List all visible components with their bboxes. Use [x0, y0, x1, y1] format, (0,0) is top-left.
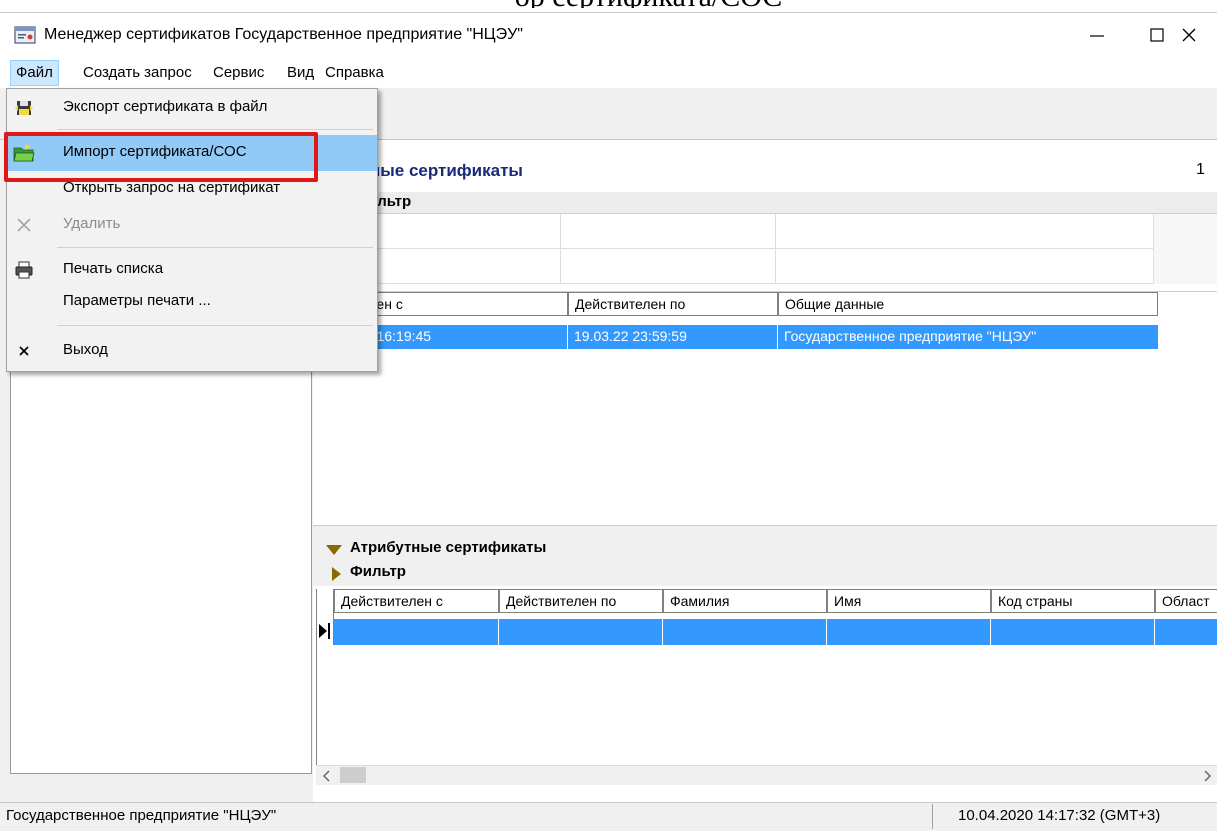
menu-item-delete[interactable]: Удалить [7, 207, 377, 243]
horizontal-scrollbar[interactable] [316, 765, 1217, 785]
menu-item-export-certificate[interactable]: Экспорт сертификата в файл [7, 90, 377, 126]
menu-help[interactable]: Справка [320, 60, 389, 86]
column-header-valid-to[interactable]: Действителен по [568, 292, 778, 316]
table-cell [499, 619, 663, 645]
menu-item-print-settings[interactable]: Параметры печати ... [7, 284, 377, 320]
attr-column-country-code[interactable]: Код страны [991, 589, 1155, 613]
column-header-common-data[interactable]: Общие данные [778, 292, 1158, 316]
status-organization: Государственное предприятие "НЦЭУ" [6, 807, 277, 824]
menu-create-request[interactable]: Создать запрос [78, 60, 197, 86]
menu-separator [57, 247, 373, 248]
scrollbar-thumb[interactable] [340, 767, 366, 783]
attr-filter-bar[interactable] [313, 562, 1217, 586]
current-row-arrow-icon [319, 624, 327, 638]
printer-icon [13, 259, 35, 281]
menu-item-label: Экспорт сертификата в файл [63, 98, 268, 115]
status-datetime: 10.04.2020 14:17:32 (GMT+3) [958, 807, 1161, 824]
menu-item-label: Печать списка [63, 260, 164, 277]
table-cell [827, 619, 991, 645]
attr-section-title: Атрибутные сертификаты [350, 539, 547, 556]
cell-common-data: Государственное предприятие "НЦЭУ" [784, 328, 1037, 344]
minimize-button[interactable] [1067, 13, 1127, 57]
menu-item-print-list[interactable]: Печать списка [7, 252, 377, 288]
delete-x-icon [13, 214, 35, 236]
cell-valid-to: 19.03.22 23:59:59 [568, 325, 778, 349]
attribute-certificates-grid [316, 589, 1217, 765]
attr-filter-label: Фильтр [350, 563, 406, 580]
menu-bar: Файл Создать запрос Сервис Вид Справка [0, 58, 1217, 88]
scroll-right-icon[interactable] [1202, 770, 1212, 782]
filter-grid [313, 214, 1217, 284]
table-row[interactable] [334, 619, 1217, 645]
certificate-manager-icon [14, 26, 36, 44]
highlight-callout [4, 132, 318, 182]
collapse-arrow-icon[interactable] [326, 545, 342, 555]
export-disk-icon [13, 97, 35, 119]
panel-splitter[interactable] [313, 525, 1217, 539]
table-cell [991, 619, 1155, 645]
minimize-icon [1090, 35, 1104, 37]
file-menu-dropdown: Экспорт сертификата в файл Импорт сертиф… [6, 88, 378, 372]
window-title: Менеджер сертификатов Государственное пр… [44, 26, 523, 43]
attr-column-valid-to[interactable]: Действителен по [499, 589, 663, 613]
filter-bar[interactable] [313, 192, 1217, 214]
table-cell [334, 619, 499, 645]
current-row-bar-icon [328, 623, 330, 639]
menu-separator [57, 325, 373, 326]
attr-column-surname[interactable]: Фамилия [663, 589, 827, 613]
attr-column-valid-from[interactable]: Действителен с [334, 589, 499, 613]
document-fragment: ор сертификата/СОС [0, 0, 1217, 8]
menu-item-label: Параметры печати ... [63, 292, 211, 309]
scroll-left-icon[interactable] [322, 770, 332, 782]
filter-cell[interactable] [776, 249, 1154, 284]
menu-item-label: Удалить [63, 215, 121, 232]
title-bar: Менеджер сертификатов Государственное пр… [0, 12, 1217, 56]
menu-service[interactable]: Сервис [208, 60, 269, 86]
close-button[interactable] [1160, 13, 1217, 57]
section-count: 1 [1196, 161, 1205, 178]
status-divider [932, 804, 933, 829]
menu-item-label: Выход [63, 341, 108, 358]
close-icon [1182, 28, 1195, 42]
menu-file[interactable]: Файл [10, 60, 59, 86]
menu-view[interactable]: Вид [282, 60, 319, 86]
menu-item-exit[interactable]: Выход [7, 333, 377, 369]
attr-column-name[interactable]: Имя [827, 589, 991, 613]
filter-cell[interactable] [561, 214, 776, 249]
section-title: ные сертификаты [370, 161, 523, 180]
attr-column-region[interactable]: Област [1155, 589, 1217, 613]
filter-cell[interactable] [561, 249, 776, 284]
close-x-icon [13, 340, 35, 362]
menu-separator [57, 129, 373, 130]
table-row[interactable]: 0.03.20 16:19:45 19.03.22 23:59:59 Госуд… [320, 325, 1158, 349]
table-cell [663, 619, 827, 645]
expand-arrow-icon[interactable] [332, 567, 341, 581]
filter-cell[interactable] [776, 214, 1154, 249]
